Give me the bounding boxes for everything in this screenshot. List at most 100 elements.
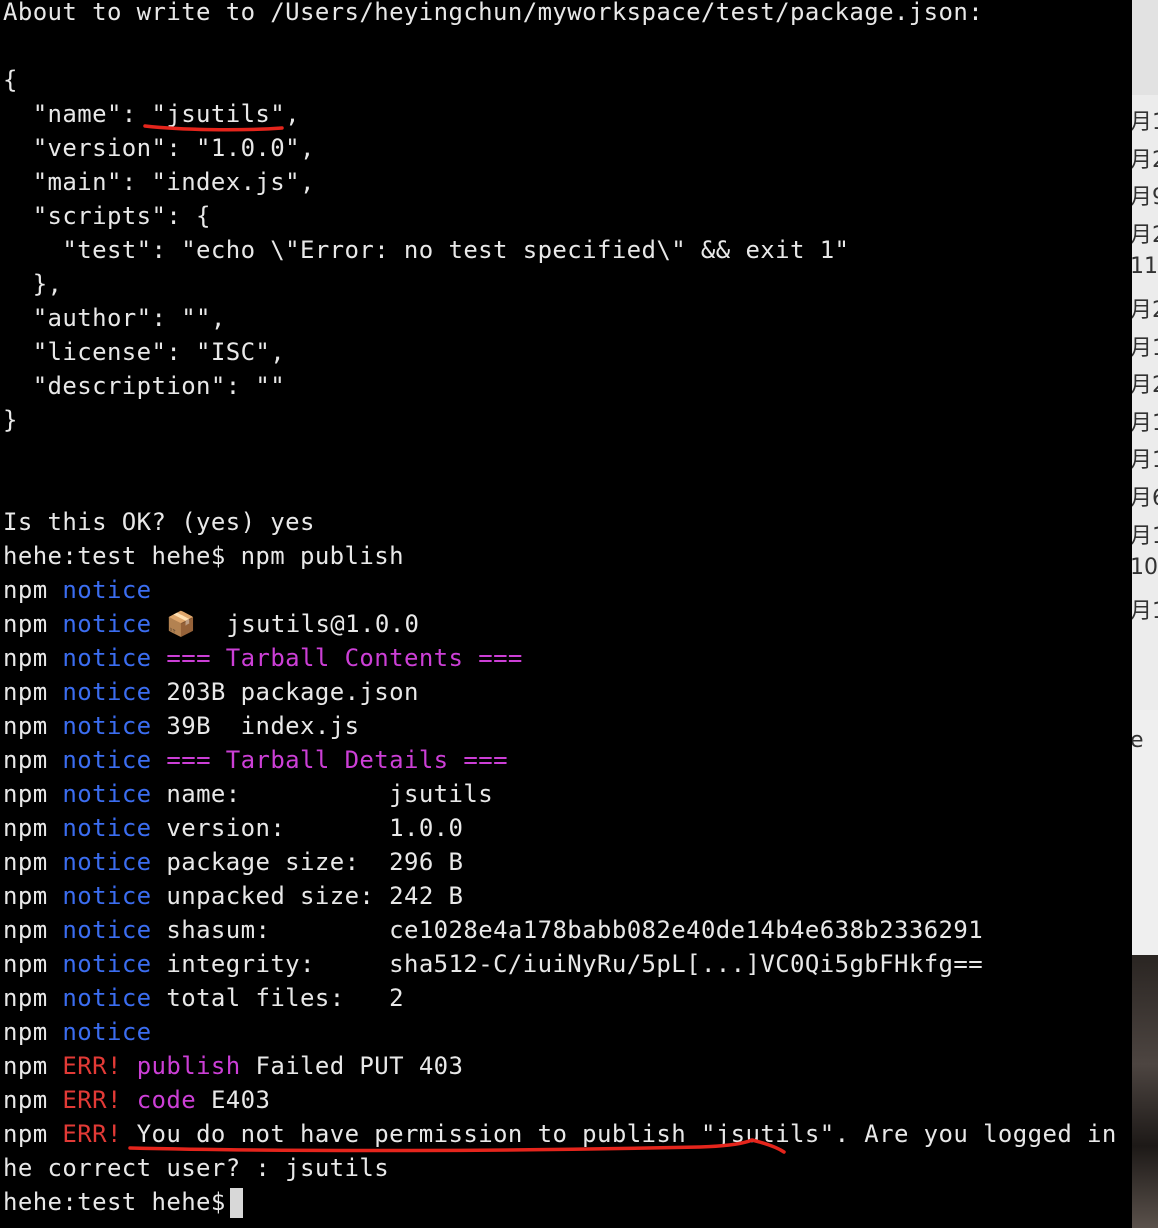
side-list-item: 月1: [1132, 448, 1158, 474]
notice-label: notice: [62, 814, 152, 842]
notice-label: notice: [62, 678, 152, 706]
npm-prefix: npm: [3, 984, 48, 1012]
error-label: ERR!: [62, 1120, 122, 1148]
background-window-header: [1132, 0, 1158, 95]
npm-prefix: npm: [3, 916, 48, 944]
npm-prefix: npm: [3, 814, 48, 842]
npm-notice-line: npm notice 📦 jsutils@1.0.0: [3, 607, 419, 641]
terminal-output-line: },: [3, 270, 63, 298]
terminal-output-line: hehe:test hehe$ npm publish: [3, 542, 404, 570]
npm-prefix: npm: [3, 950, 48, 978]
notice-label: notice: [62, 644, 152, 672]
side-list-item: 月6: [1132, 486, 1158, 511]
notice-text: integrity: sha512-C/iuiNyRu/5pL[...]VC0Q…: [151, 950, 984, 978]
npm-notice-line: npm notice 203B package.json: [3, 675, 419, 709]
wrapped-error-line: he correct user? : jsutils: [3, 1154, 390, 1182]
npm-notice-line: npm notice package size: 296 B: [3, 845, 463, 879]
notice-label: notice: [62, 916, 152, 944]
terminal-window[interactable]: About to write to /Users/heyingchun/mywo…: [0, 0, 1132, 1228]
notice-text: total files: 2: [151, 984, 404, 1012]
error-message: You do not have permission to publish "j…: [121, 1120, 1132, 1148]
shell-prompt: hehe:test hehe$: [3, 1188, 226, 1216]
shell-prompt-line: hehe:test hehe$: [3, 1185, 243, 1219]
notice-text: version: 1.0.0: [151, 814, 464, 842]
tarball-section-heading: === Tarball Contents ===: [151, 644, 523, 672]
side-list-item: 月2: [1132, 222, 1158, 248]
npm-notice-line: npm notice name: jsutils: [3, 777, 493, 811]
npm-error-line: npm ERR! publish Failed PUT 403: [3, 1049, 463, 1083]
notice-text: 203B package.json: [151, 678, 419, 706]
side-list-item: 11: [1132, 254, 1158, 280]
npm-prefix: npm: [3, 712, 48, 740]
side-list-item: 月9: [1132, 185, 1158, 211]
error-message: Failed PUT 403: [240, 1052, 464, 1080]
notice-label: notice: [62, 882, 152, 910]
tarball-section-heading: === Tarball Details ===: [151, 746, 508, 774]
side-list-item: 10: [1132, 555, 1158, 581]
terminal-output-line: "version": "1.0.0",: [3, 134, 315, 162]
side-list-item: 月1: [1132, 110, 1158, 135]
side-list-item: 月1: [1132, 523, 1158, 549]
notice-label: notice: [62, 576, 152, 604]
npm-prefix: npm: [3, 848, 48, 876]
terminal-output-line: About to write to /Users/heyingchun/mywo…: [3, 0, 984, 26]
terminal-output-line: "author": "",: [3, 304, 226, 332]
background-window-list: 月1 月2 月9 月2 11 月2 月1 月2 月1 月1 月6 月1 10 月1 e: [1132, 0, 1158, 955]
notice-label: notice: [62, 1018, 152, 1046]
terminal-output-line: "description": "": [3, 372, 286, 400]
notice-text: package size: 296 B: [151, 848, 464, 876]
terminal-output-line: "license": "ISC",: [3, 338, 286, 366]
npm-prefix: npm: [3, 1120, 48, 1148]
notice-label: notice: [62, 712, 152, 740]
notice-label: notice: [62, 848, 152, 876]
terminal-output-line: "scripts": {: [3, 202, 211, 230]
text-cursor: [229, 1188, 243, 1218]
side-list-item: 月1: [1132, 410, 1158, 436]
error-message: E403: [196, 1086, 271, 1114]
npm-notice-line: npm notice: [3, 1015, 152, 1049]
notice-label: notice: [62, 746, 152, 774]
notice-text: unpacked size: 242 B: [151, 882, 464, 910]
notice-label: notice: [62, 780, 152, 808]
npm-prefix: npm: [3, 746, 48, 774]
terminal-output-line: }: [3, 406, 18, 434]
notice-text: 39B index.js: [151, 712, 360, 740]
npm-prefix: npm: [3, 882, 48, 910]
error-label: ERR!: [62, 1052, 122, 1080]
notice-label: notice: [62, 610, 152, 638]
error-keyword: publish: [136, 1052, 241, 1080]
npm-notice-line: npm notice shasum: ce1028e4a178babb082e4…: [3, 913, 983, 947]
npm-notice-line: npm notice: [3, 573, 152, 607]
error-keyword: code: [136, 1086, 197, 1114]
notice-text: 📦 jsutils@1.0.0: [151, 610, 420, 638]
npm-notice-line: npm notice version: 1.0.0: [3, 811, 463, 845]
notice-text: name: jsutils: [151, 780, 494, 808]
notice-label: notice: [62, 950, 152, 978]
notice-text: shasum: ce1028e4a178babb082e40de14b4e638…: [151, 916, 984, 944]
npm-notice-line: npm notice 39B index.js: [3, 709, 359, 743]
terminal-output-line: {: [3, 66, 18, 94]
npm-prefix: npm: [3, 678, 48, 706]
npm-prefix: npm: [3, 610, 48, 638]
npm-prefix: npm: [3, 1086, 48, 1114]
side-list-item: 月1: [1132, 598, 1158, 624]
terminal-output-line: "test": "echo \"Error: no test specified…: [3, 236, 850, 264]
error-label: ERR!: [62, 1086, 122, 1114]
terminal-output-line: Is this OK? (yes) yes: [3, 508, 315, 536]
side-list-item: 月2: [1132, 147, 1158, 173]
npm-notice-line: npm notice === Tarball Details ===: [3, 743, 508, 777]
npm-error-line: npm ERR! code E403: [3, 1083, 270, 1117]
terminal-output-line: "main": "index.js",: [3, 168, 315, 196]
npm-notice-line: npm notice unpacked size: 242 B: [3, 879, 463, 913]
npm-notice-line: npm notice total files: 2: [3, 981, 404, 1015]
npm-prefix: npm: [3, 1018, 48, 1046]
side-bottom-label: e: [1132, 728, 1144, 753]
npm-prefix: npm: [3, 780, 48, 808]
side-list-item: 月2: [1132, 373, 1158, 399]
npm-notice-line: npm notice integrity: sha512-C/iuiNyRu/5…: [3, 947, 983, 981]
background-photo: [1132, 955, 1158, 1228]
npm-prefix: npm: [3, 1052, 48, 1080]
npm-notice-line: npm notice === Tarball Contents ===: [3, 641, 523, 675]
side-list-item: 月2: [1132, 298, 1158, 323]
notice-label: notice: [62, 984, 152, 1012]
